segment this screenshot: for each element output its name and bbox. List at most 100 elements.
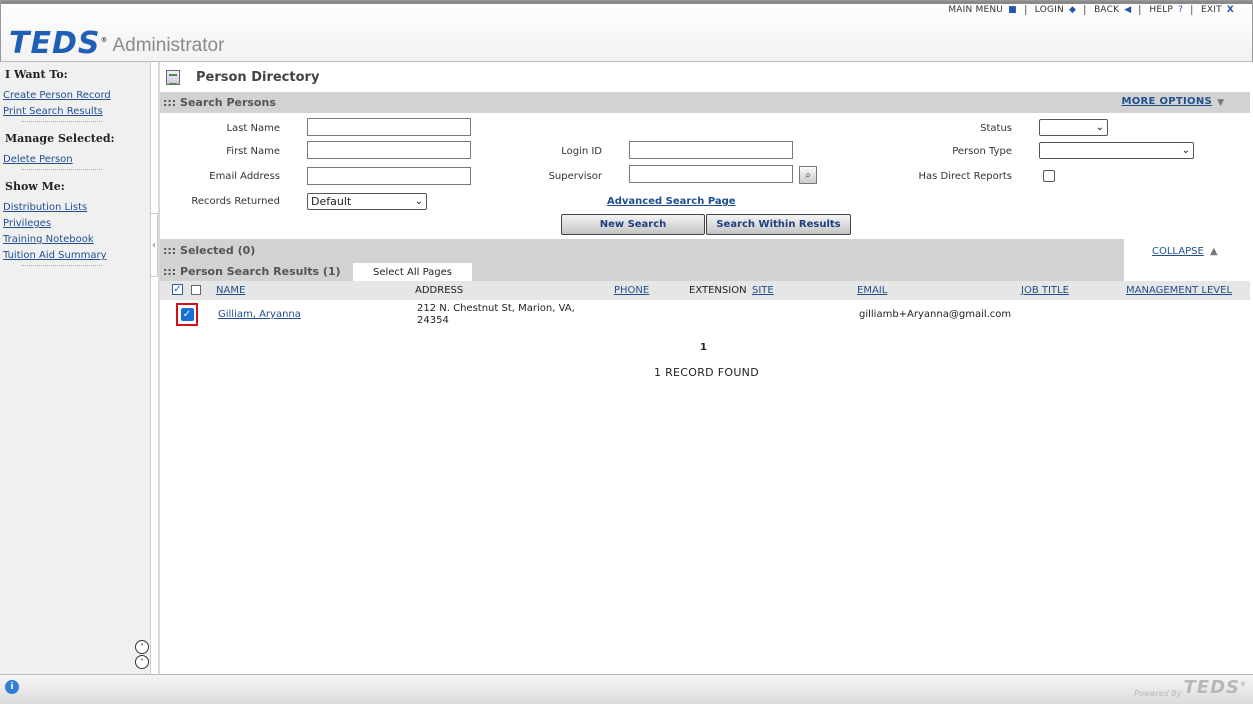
search-icon: ⌕ bbox=[805, 169, 811, 181]
select-page-checkbox[interactable]: ✓ bbox=[172, 284, 183, 295]
app-logo: TEDS® Administrator bbox=[9, 25, 224, 59]
person-type-select[interactable]: ⌄ bbox=[1039, 142, 1194, 159]
column-header-extension: EXTENSION bbox=[689, 285, 747, 296]
sidebar-collapse-handle[interactable]: ‹ bbox=[151, 213, 158, 277]
main-menu-link[interactable]: MAIN MENU ■ bbox=[940, 5, 1024, 15]
sidebar-item-print-search-results[interactable]: Print Search Results bbox=[3, 106, 150, 117]
login-id-field[interactable] bbox=[629, 141, 793, 159]
scroll-down-icon[interactable]: ˅ bbox=[135, 655, 149, 669]
column-header-phone[interactable]: PHONE bbox=[614, 285, 649, 296]
app-title: Administrator bbox=[112, 35, 225, 56]
powered-by-logo: Powered By TEDS® bbox=[1134, 677, 1247, 698]
column-header-name[interactable]: NAME bbox=[216, 285, 245, 296]
sidebar: I Want To: Create Person Record Print Se… bbox=[0, 62, 151, 674]
person-type-label: Person Type bbox=[952, 146, 1012, 157]
chevron-down-icon: ⌄ bbox=[1181, 145, 1190, 156]
collapse-link[interactable]: COLLAPSE bbox=[1152, 246, 1204, 257]
status-select[interactable]: ⌄ bbox=[1039, 119, 1108, 136]
checkmark-icon: ✓ bbox=[180, 308, 194, 321]
last-name-label: Last Name bbox=[226, 123, 280, 134]
scroll-up-icon[interactable]: ˄ bbox=[135, 640, 149, 654]
has-direct-reports-label: Has Direct Reports bbox=[918, 171, 1012, 182]
question-icon: ? bbox=[1178, 5, 1184, 15]
address-line-1: 212 N. Chestnut St, Marion, VA, bbox=[417, 303, 575, 314]
row-select-checkbox[interactable]: ✓ bbox=[176, 303, 198, 326]
teds-logo-icon: TEDS® bbox=[9, 26, 109, 61]
sidebar-divider bbox=[22, 265, 102, 266]
sidebar-item-tuition-aid-summary[interactable]: Tuition Aid Summary bbox=[3, 250, 150, 261]
select-all-checkbox[interactable] bbox=[191, 285, 201, 295]
sidebar-item-distribution-lists[interactable]: Distribution Lists bbox=[3, 202, 150, 213]
has-direct-reports-checkbox[interactable] bbox=[1043, 170, 1055, 182]
exit-link[interactable]: EXIT X bbox=[1193, 5, 1242, 15]
page-title-row: Person Directory bbox=[166, 67, 319, 87]
column-header-management-level[interactable]: MANAGEMENT LEVEL bbox=[1126, 285, 1232, 296]
results-table-header: ✓ NAME ADDRESS PHONE EXTENSION SITE EMAI… bbox=[160, 281, 1250, 300]
sidebar-heading-i-want-to: I Want To: bbox=[5, 68, 68, 81]
exit-label: EXIT bbox=[1201, 5, 1222, 15]
selected-title: ::: Selected (0) bbox=[163, 243, 256, 257]
email-address-field[interactable] bbox=[307, 167, 471, 185]
page-number[interactable]: 1 bbox=[700, 342, 707, 353]
email-address-label: Email Address bbox=[209, 171, 280, 182]
records-returned-value: Default bbox=[311, 195, 352, 208]
sidebar-item-privileges[interactable]: Privileges bbox=[3, 218, 150, 229]
advanced-search-link[interactable]: Advanced Search Page bbox=[607, 196, 736, 207]
supervisor-lookup-button[interactable]: ⌕ bbox=[799, 166, 817, 184]
sidebar-item-delete-person[interactable]: Delete Person bbox=[3, 154, 150, 165]
info-icon[interactable]: i bbox=[5, 680, 19, 694]
teds-footer-logo-icon: TEDS® bbox=[1183, 677, 1247, 698]
supervisor-label: Supervisor bbox=[548, 171, 602, 182]
results-title: ::: Person Search Results (1) bbox=[163, 265, 341, 278]
close-icon: X bbox=[1226, 5, 1234, 15]
help-link[interactable]: HELP ? bbox=[1141, 5, 1191, 15]
status-label: Status bbox=[980, 123, 1012, 134]
selected-bar: ::: Selected (0) bbox=[160, 239, 1124, 261]
records-returned-label: Records Returned bbox=[191, 196, 280, 207]
powered-by-text: Powered By bbox=[1134, 689, 1182, 698]
header-bar: MAIN MENU ■ LOGIN ◆ BACK ◀ HELP ? EXIT X… bbox=[0, 0, 1253, 62]
square-icon: ■ bbox=[1008, 5, 1017, 15]
sidebar-heading-show-me: Show Me: bbox=[5, 180, 65, 193]
results-bar: ::: Person Search Results (1) bbox=[160, 261, 1124, 281]
supervisor-field[interactable] bbox=[629, 165, 793, 183]
chevron-down-icon: ⌄ bbox=[414, 196, 423, 207]
top-navigation: MAIN MENU ■ LOGIN ◆ BACK ◀ HELP ? EXIT X bbox=[940, 5, 1242, 15]
first-name-label: First Name bbox=[226, 146, 280, 157]
search-form: Last Name First Name Email Address Recor… bbox=[160, 114, 1250, 239]
login-label: LOGIN bbox=[1034, 5, 1064, 15]
header-stripe bbox=[1, 1, 1252, 4]
back-label: BACK bbox=[1094, 5, 1120, 15]
first-name-field[interactable] bbox=[307, 141, 471, 159]
new-search-button[interactable]: New Search bbox=[561, 214, 705, 235]
sidebar-heading-manage-selected: Manage Selected: bbox=[5, 132, 115, 145]
last-name-field[interactable] bbox=[307, 118, 471, 136]
login-id-label: Login ID bbox=[561, 146, 602, 157]
footer-bar: i Powered By TEDS® bbox=[0, 674, 1253, 704]
email-value: gilliamb+Aryanna@gmail.com bbox=[859, 309, 1012, 320]
search-persons-bar: ::: Search Persons MORE OPTIONS ▼ bbox=[160, 92, 1250, 113]
more-options-link[interactable]: MORE OPTIONS bbox=[1121, 96, 1212, 107]
sidebar-item-training-notebook[interactable]: Training Notebook bbox=[3, 234, 150, 245]
login-link[interactable]: LOGIN ◆ bbox=[1027, 5, 1084, 15]
select-all-pages-tab[interactable]: Select All Pages bbox=[353, 263, 472, 282]
arrow-up-icon: ▲ bbox=[1210, 246, 1218, 257]
directory-icon bbox=[166, 69, 180, 85]
back-link[interactable]: BACK ◀ bbox=[1086, 5, 1139, 15]
search-persons-title: ::: Search Persons bbox=[163, 96, 276, 109]
main-content: Person Directory ::: Search Persons MORE… bbox=[160, 62, 1250, 674]
main-menu-label: MAIN MENU bbox=[948, 5, 1004, 15]
page-title: Person Directory bbox=[196, 69, 320, 85]
column-header-address: ADDRESS bbox=[415, 285, 464, 296]
back-arrow-icon: ◀ bbox=[1124, 5, 1132, 15]
column-header-site[interactable]: SITE bbox=[752, 285, 774, 296]
column-header-job-title[interactable]: JOB TITLE bbox=[1021, 285, 1069, 296]
person-name-link[interactable]: Gilliam, Aryanna bbox=[218, 309, 301, 320]
chevron-down-icon: ⌄ bbox=[1095, 122, 1104, 133]
search-within-results-button[interactable]: Search Within Results bbox=[706, 214, 851, 235]
help-label: HELP bbox=[1149, 5, 1174, 15]
sidebar-item-create-person-record[interactable]: Create Person Record bbox=[3, 90, 150, 101]
arrow-down-icon: ▼ bbox=[1217, 98, 1224, 108]
records-returned-select[interactable]: Default ⌄ bbox=[307, 193, 427, 210]
column-header-email[interactable]: EMAIL bbox=[857, 285, 887, 296]
